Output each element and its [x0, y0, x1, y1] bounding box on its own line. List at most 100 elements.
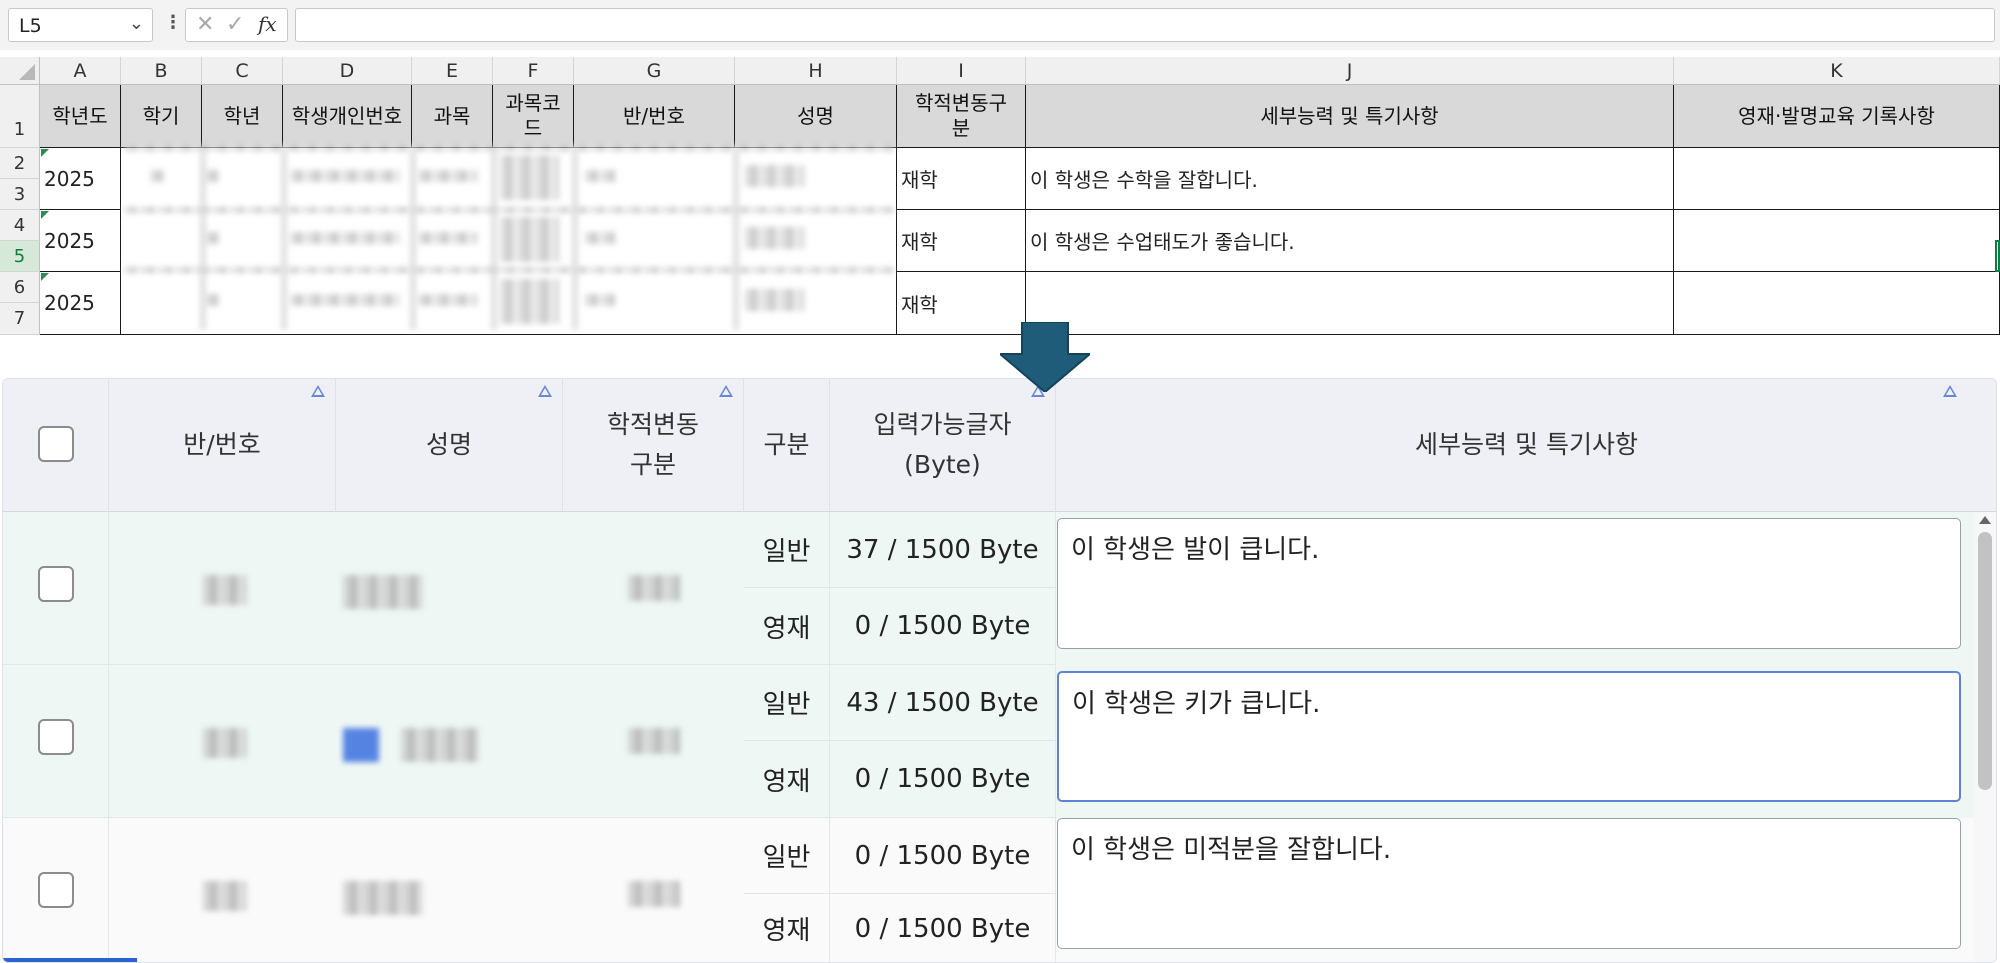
header-year[interactable]: 학년도: [40, 85, 121, 148]
cell-year[interactable]: 2025: [40, 272, 121, 335]
header-status[interactable]: 학적변동구분: [563, 379, 744, 512]
row-header-7[interactable]: 7: [0, 303, 40, 335]
cell-year[interactable]: 2025: [40, 210, 121, 272]
cell-status[interactable]: 재학: [897, 210, 1026, 272]
col-header-i[interactable]: I: [897, 57, 1026, 85]
blurred-status: [628, 728, 680, 754]
header-status-label: 학적변동구분: [606, 410, 699, 479]
header-name-label: 성명: [425, 430, 472, 459]
row-header-5[interactable]: 5: [0, 241, 40, 272]
row-header-1[interactable]: 1: [0, 85, 40, 148]
arrow-down-icon: [1000, 322, 1090, 392]
type-general: 일반: [744, 665, 830, 741]
header-status[interactable]: 학적변동구분: [897, 85, 1026, 148]
header-detail[interactable]: 세부능력 및 특기사항: [1026, 85, 1674, 148]
col-header-c[interactable]: C: [202, 57, 283, 85]
header-class-no[interactable]: 반/번호: [109, 379, 336, 512]
header-class-no[interactable]: 반/번호: [574, 85, 735, 148]
formula-input[interactable]: [295, 8, 1995, 42]
blurred-name: [343, 575, 423, 609]
name-box[interactable]: L5 ⌄: [8, 8, 153, 42]
cell-gifted[interactable]: [1674, 148, 2000, 210]
row-header-3[interactable]: 3: [0, 179, 40, 210]
header-name[interactable]: 성명: [735, 85, 897, 148]
formula-actions: ✕ ✓ fx: [185, 8, 288, 42]
header-bytes-label: 입력가능글자(Byte): [873, 410, 1012, 479]
detail-textarea[interactable]: 이 학생은 발이 큽니다.: [1057, 518, 1961, 649]
scrollbar-thumb[interactable]: [1978, 532, 1992, 790]
row-checkbox[interactable]: [38, 566, 74, 602]
sort-icon[interactable]: [719, 385, 733, 397]
type-general: 일반: [744, 512, 830, 588]
header-subject-code[interactable]: 과목코드: [493, 85, 574, 148]
cell-gifted[interactable]: [1674, 210, 2000, 272]
header-subject[interactable]: 과목: [412, 85, 493, 148]
detail-textarea[interactable]: 이 학생은 키가 큽니다.: [1057, 671, 1961, 802]
header-name[interactable]: 성명: [336, 379, 563, 512]
col-header-f[interactable]: F: [493, 57, 574, 85]
header-select-all: [3, 379, 109, 512]
type-gifted: 영재: [744, 894, 830, 962]
blurred-status: [628, 575, 680, 601]
header-gifted[interactable]: 영재·발명교육 기록사항: [1674, 85, 2000, 148]
cancel-icon[interactable]: ✕: [196, 12, 214, 37]
byte-count-gifted: 0 / 1500 Byte: [830, 588, 1056, 665]
col-header-a[interactable]: A: [40, 57, 121, 85]
blurred-name: [343, 881, 423, 915]
header-bytes[interactable]: 입력가능글자(Byte): [830, 379, 1056, 512]
col-header-g[interactable]: G: [574, 57, 735, 85]
byte-count-general: 43 / 1500 Byte: [830, 665, 1056, 741]
col-header-h[interactable]: H: [735, 57, 897, 85]
col-header-b[interactable]: B: [121, 57, 202, 85]
vertical-scrollbar[interactable]: [1974, 512, 1996, 962]
select-all-corner[interactable]: [0, 57, 40, 85]
row-checkbox[interactable]: [38, 719, 74, 755]
chevron-down-icon[interactable]: ⌄: [129, 13, 144, 34]
type-gifted: 영재: [744, 741, 830, 818]
sort-icon[interactable]: [538, 385, 552, 397]
more-options-icon[interactable]: ⋮: [164, 12, 182, 33]
type-gifted: 영재: [744, 588, 830, 665]
header-type-label: 구분: [763, 430, 810, 459]
formula-bar: L5 ⌄ ⋮ ✕ ✓ fx: [0, 0, 2000, 50]
name-box-value: L5: [19, 15, 42, 37]
col-header-d[interactable]: D: [283, 57, 412, 85]
cell-detail[interactable]: 이 학생은 수업태도가 좋습니다.: [1026, 210, 1674, 272]
row-header-4[interactable]: 4: [0, 210, 40, 241]
col-header-k[interactable]: K: [1674, 57, 2000, 85]
row-header-2[interactable]: 2: [0, 148, 40, 179]
cell-detail[interactable]: 이 학생은 수학을 잘합니다.: [1026, 148, 1674, 210]
type-general: 일반: [744, 818, 830, 894]
sort-icon[interactable]: [311, 385, 325, 397]
header-student-id[interactable]: 학생개인번호: [283, 85, 412, 148]
cell-year[interactable]: 2025: [40, 148, 121, 210]
header-type: 구분: [744, 379, 830, 512]
select-all-checkbox[interactable]: [38, 426, 74, 462]
student-record-table: 반/번호 성명 학적변동구분 구분 입력가능글자(Byte) 세부능력 및 특기…: [2, 378, 1997, 963]
header-detail[interactable]: 세부능력 및 특기사항: [1056, 379, 1996, 512]
byte-count-gifted: 0 / 1500 Byte: [830, 741, 1056, 818]
blurred-class-no: [203, 881, 247, 911]
header-semester[interactable]: 학기: [121, 85, 202, 148]
cell-gifted[interactable]: [1674, 272, 2000, 335]
active-cell-selection: [1995, 240, 2000, 272]
cell-detail[interactable]: [1026, 272, 1674, 335]
blurred-class-no: [203, 728, 247, 758]
row-header-6[interactable]: 6: [0, 272, 40, 303]
cell-status[interactable]: 재학: [897, 148, 1026, 210]
progress-indicator: [3, 958, 137, 962]
blurred-status: [628, 881, 680, 907]
byte-count-general: 0 / 1500 Byte: [830, 818, 1056, 894]
row-checkbox[interactable]: [38, 872, 74, 908]
detail-textarea[interactable]: 이 학생은 미적분을 잘합니다.: [1057, 818, 1961, 949]
col-header-j[interactable]: J: [1026, 57, 1674, 85]
sort-icon[interactable]: [1943, 385, 1957, 397]
header-detail-label: 세부능력 및 특기사항: [1415, 430, 1638, 459]
scroll-up-icon[interactable]: [1979, 516, 1991, 524]
header-class-no-label: 반/번호: [183, 430, 261, 459]
insert-function-icon[interactable]: fx: [258, 12, 277, 36]
col-header-e[interactable]: E: [412, 57, 493, 85]
confirm-icon[interactable]: ✓: [226, 12, 244, 37]
blurred-name: [343, 728, 379, 762]
header-grade[interactable]: 학년: [202, 85, 283, 148]
